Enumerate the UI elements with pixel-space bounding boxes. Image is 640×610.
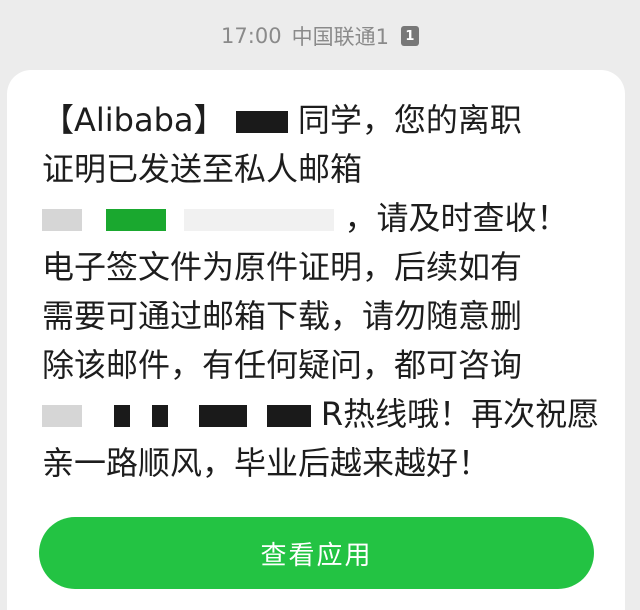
- message-body: 【Alibaba】 同学，您的离职 证明已发送至私人邮箱 ，请及时查收！ 电子签…: [42, 96, 602, 488]
- redacted-name: [235, 111, 288, 133]
- message-line-7: R热线哦！再次祝愿: [42, 390, 602, 439]
- time-label: 17:00: [221, 24, 282, 48]
- sim-badge: 1: [400, 26, 419, 46]
- message-line-8: 亲一路顺风，毕业后越来越好！: [42, 444, 491, 482]
- redacted-department: [114, 405, 131, 427]
- message-line-2: 证明已发送至私人邮箱: [42, 150, 363, 188]
- message-line-6: 除该邮件，有任何疑问，都可咨询: [42, 346, 523, 384]
- message-line-4: 电子签文件为原件证明，后续如有: [42, 248, 523, 286]
- redacted-email-link: [106, 209, 167, 231]
- sender-tag: 【Alibaba】: [42, 101, 226, 139]
- open-app-button[interactable]: 查看应用: [39, 517, 594, 589]
- message-line-5: 需要可通过邮箱下载，请勿随意删: [42, 297, 523, 335]
- message-line-3: ，请及时查收！: [42, 194, 602, 243]
- redacted-email: [42, 209, 82, 231]
- carrier-label: 中国联通1: [291, 25, 389, 49]
- notification-header: 17:00 中国联通1 1: [0, 18, 640, 54]
- message-line-1: 【Alibaba】 同学，您的离职: [42, 101, 522, 139]
